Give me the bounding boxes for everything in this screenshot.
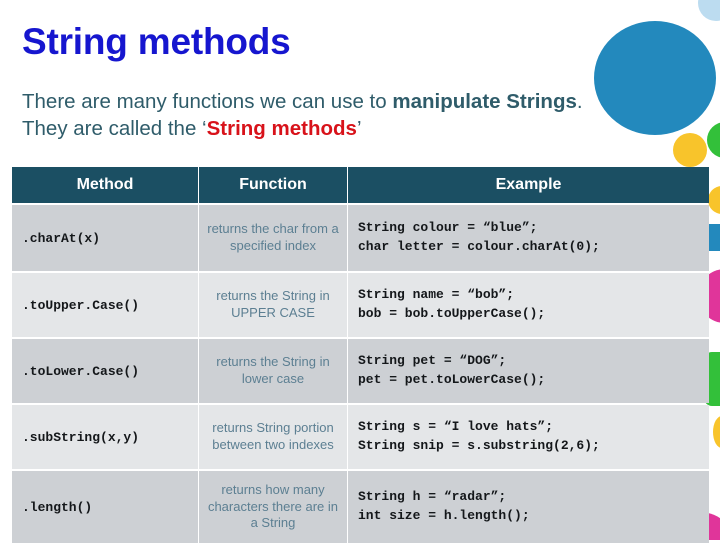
subtitle-text: There are many functions we can use to m… <box>22 88 602 142</box>
example-line-1: String name = “bob”; <box>358 287 515 303</box>
example-line-2: char letter = colour.charAt(0); <box>358 239 600 254</box>
table-row: .length() returns how many characters th… <box>12 471 709 543</box>
cell-example: String colour = “blue”; char letter = co… <box>348 205 709 271</box>
cell-method: .subString(x,y) <box>12 405 198 469</box>
column-header-example: Example <box>348 167 709 203</box>
example-line-2: pet = pet.toLowerCase(); <box>358 372 546 387</box>
table-header: Method Function Example <box>12 167 709 203</box>
cell-method: .toLower.Case() <box>12 339 198 403</box>
cell-example: String pet = “DOG”; pet = pet.toLowerCas… <box>348 339 709 403</box>
column-header-method: Method <box>12 167 198 203</box>
example-line-1: String pet = “DOG”; <box>358 353 507 369</box>
table-row: .charAt(x) returns the char from a speci… <box>12 205 709 271</box>
cell-method: .length() <box>12 471 198 543</box>
slide-content: String methods There are many functions … <box>0 0 720 543</box>
example-line-2: int size = h.length(); <box>358 508 530 523</box>
cell-function: returns String portion between two index… <box>199 405 347 469</box>
cell-function: returns the char from a specified index <box>199 205 347 271</box>
cell-method: .charAt(x) <box>12 205 198 271</box>
subtitle-part-1: There are many functions we can use to <box>22 90 393 113</box>
cell-function: returns the String in lower case <box>199 339 347 403</box>
column-header-function: Function <box>199 167 347 203</box>
example-line-1: String colour = “blue”; <box>358 220 538 236</box>
table-row: .toUpper.Case() returns the String in UP… <box>12 273 709 337</box>
table-row: .toLower.Case() returns the String in lo… <box>12 339 709 403</box>
table-row: .subString(x,y) returns String portion b… <box>12 405 709 469</box>
cell-function: returns how many characters there are in… <box>199 471 347 543</box>
cell-function: returns the String in UPPER CASE <box>199 273 347 337</box>
cell-example: String name = “bob”; bob = bob.toUpperCa… <box>348 273 709 337</box>
table-header-row: Method Function Example <box>12 167 709 203</box>
example-line-1: String h = “radar”; <box>358 489 507 505</box>
page-title: String methods <box>22 21 291 62</box>
example-line-1: String s = “I love hats”; <box>358 419 554 435</box>
example-line-2: String snip = s.substring(2,6); <box>358 438 600 453</box>
table-body: .charAt(x) returns the char from a speci… <box>12 205 709 543</box>
example-line-2: bob = bob.toUpperCase(); <box>358 306 546 321</box>
subtitle-highlight-string-methods: String methods <box>206 117 357 141</box>
cell-example: String h = “radar”; int size = h.length(… <box>348 471 709 543</box>
cell-method: .toUpper.Case() <box>12 273 198 337</box>
close-quote: ’ <box>356 117 362 141</box>
string-methods-table: Method Function Example .charAt(x) retur… <box>11 165 710 545</box>
subtitle-bold-manipulate-strings: manipulate Strings <box>392 90 577 113</box>
cell-example: String s = “I love hats”; String snip = … <box>348 405 709 469</box>
